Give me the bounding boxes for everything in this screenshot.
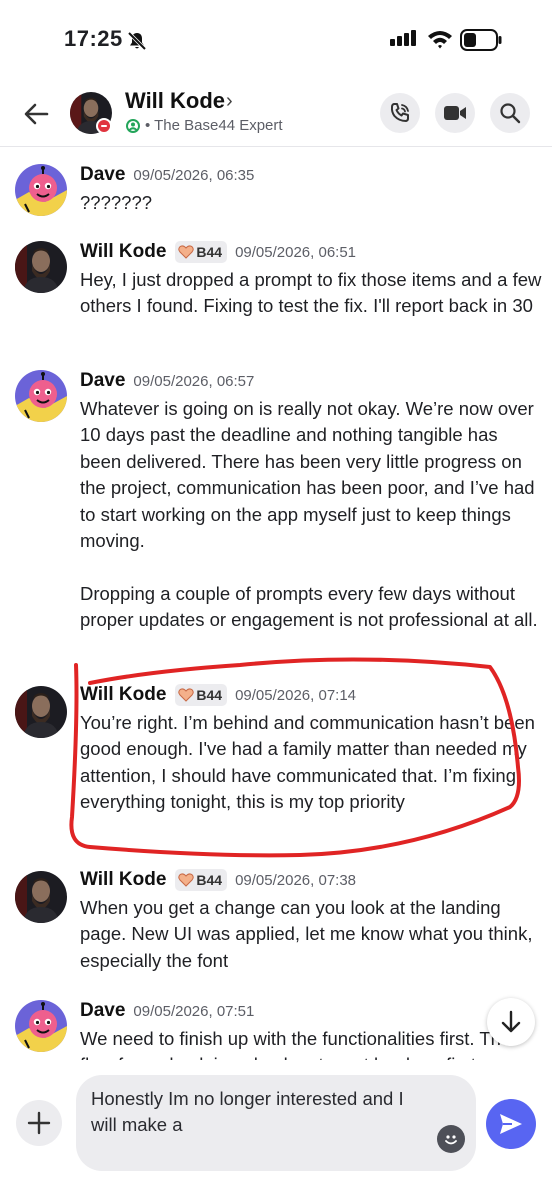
message-text: We need to finish up with the functional… <box>80 1028 511 1060</box>
avatar-dave[interactable] <box>15 1000 67 1052</box>
message-text: Whatever is going on is really not okay.… <box>80 398 538 631</box>
attach-button[interactable] <box>16 1100 62 1146</box>
message-time: 09/05/2026, 06:51 <box>235 243 357 261</box>
chevron-right-icon[interactable]: › <box>226 90 233 113</box>
activity-icon <box>126 118 140 133</box>
message-input-text[interactable]: Honestly Im no longer interested and I w… <box>91 1086 431 1138</box>
message-input[interactable]: Honestly Im no longer interested and I w… <box>76 1075 476 1171</box>
message-meta: Will Kode B44 09/05/2026, 07:38 <box>80 867 356 893</box>
back-arrow-icon <box>24 103 49 125</box>
header-subtitle-text: • The Base44 Expert <box>145 117 283 134</box>
heart-icon <box>178 688 195 702</box>
emoji-button[interactable] <box>437 1125 465 1153</box>
avatar-will-kode[interactable] <box>15 871 67 923</box>
message-meta: Will Kode B44 09/05/2026, 07:14 <box>80 682 356 708</box>
message-time: 09/05/2026, 07:51 <box>133 1002 255 1020</box>
message-author[interactable]: Dave <box>80 370 125 392</box>
server-tag[interactable]: B44 <box>175 684 228 706</box>
avatar-dave[interactable] <box>15 370 67 422</box>
message-time: 09/05/2026, 06:57 <box>133 372 255 390</box>
arrow-down-icon <box>501 1010 521 1033</box>
dnd-status-icon <box>96 118 112 134</box>
message-text: When you get a change can you look at th… <box>80 897 538 971</box>
server-tag-label: B44 <box>196 687 223 703</box>
status-time: 17:25 <box>64 26 123 51</box>
back-button[interactable] <box>20 98 52 130</box>
header-name[interactable]: Will Kode <box>125 88 225 114</box>
avatar-will-kode[interactable] <box>15 686 67 738</box>
send-button[interactable] <box>486 1099 536 1149</box>
emoji-icon <box>445 1135 457 1145</box>
server-tag-label: B44 <box>196 244 223 260</box>
message-text: Hey, I just dropped a prompt to fix thos… <box>80 269 547 317</box>
bell-off-icon <box>126 30 148 57</box>
send-icon <box>500 1114 522 1134</box>
message-author[interactable]: Will Kode <box>80 241 166 263</box>
signal-icon <box>390 30 416 46</box>
message-composer: Honestly Im no longer interested and I w… <box>0 1060 552 1200</box>
message-meta: Will Kode B44 09/05/2026, 06:51 <box>80 239 356 265</box>
plus-icon <box>27 1111 51 1135</box>
message-time: 09/05/2026, 07:14 <box>235 686 357 704</box>
search-button[interactable] <box>490 93 530 133</box>
message-author[interactable]: Dave <box>80 1000 125 1022</box>
message-meta: Dave 09/05/2026, 06:57 <box>80 368 254 394</box>
message-text: ??????? <box>80 192 153 213</box>
message-author[interactable]: Will Kode <box>80 684 166 706</box>
server-tag[interactable]: B44 <box>175 869 228 891</box>
scroll-to-bottom-button[interactable] <box>487 998 535 1046</box>
server-tag[interactable]: B44 <box>175 241 228 263</box>
message-meta: Dave 09/05/2026, 07:51 <box>80 998 254 1024</box>
message-time: 09/05/2026, 06:35 <box>133 166 255 184</box>
message-time: 09/05/2026, 07:38 <box>235 871 357 889</box>
server-tag-label: B44 <box>196 872 223 888</box>
message-author[interactable]: Will Kode <box>80 869 166 891</box>
status-bar: 17:25 <box>0 0 552 80</box>
message-text: You’re right. I’m behind and communicati… <box>80 712 541 813</box>
video-camera-icon <box>444 106 466 120</box>
chat-header: Will Kode › • The Base44 Expert <box>0 80 552 147</box>
message-meta: Dave 09/05/2026, 06:35 <box>80 162 254 188</box>
message-list[interactable]: Dave 09/05/2026, 06:35 ??????? Will Kode… <box>0 147 552 1060</box>
avatar-will-kode[interactable] <box>15 241 67 293</box>
heart-icon <box>178 245 195 259</box>
heart-icon <box>178 873 195 887</box>
phone-icon <box>390 103 409 122</box>
video-call-button[interactable] <box>435 93 475 133</box>
message-author[interactable]: Dave <box>80 164 125 186</box>
wifi-icon <box>427 29 453 54</box>
search-icon <box>500 103 521 124</box>
voice-call-button[interactable] <box>380 93 420 133</box>
header-subtitle: • The Base44 Expert <box>126 117 283 134</box>
avatar-dave[interactable] <box>15 164 67 216</box>
battery-icon <box>460 29 502 56</box>
